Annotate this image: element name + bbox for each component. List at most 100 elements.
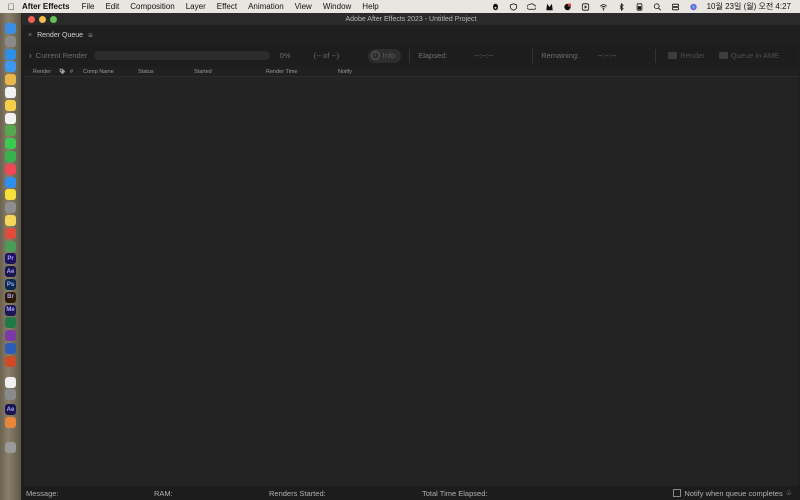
malwarebytes-icon[interactable] <box>545 3 554 11</box>
migration-icon[interactable] <box>5 389 16 401</box>
remaining-value: --:--:-- <box>597 51 617 60</box>
column-comp-name[interactable]: Comp Name <box>83 69 114 75</box>
column-started[interactable]: Started <box>194 69 212 75</box>
render-queue-column-header: Render # Comp Name Status Started Render… <box>24 67 798 77</box>
column-render[interactable]: Render <box>33 69 51 75</box>
info-label: Info <box>382 51 396 60</box>
recording-icon[interactable] <box>491 3 500 11</box>
menu-help[interactable]: Help <box>362 2 378 11</box>
menu-edit[interactable]: Edit <box>105 2 119 11</box>
after-effects-icon[interactable]: Ae <box>5 266 16 278</box>
ram-label: RAM: <box>154 488 173 498</box>
message-label: Message: <box>26 488 59 498</box>
settings-icon[interactable] <box>5 202 16 214</box>
app-menu[interactable]: After Effects <box>22 2 70 11</box>
divider <box>655 48 657 63</box>
maps-icon[interactable] <box>5 125 16 137</box>
powerpoint-icon[interactable] <box>5 355 16 367</box>
menu-file[interactable]: File <box>82 2 95 11</box>
close-panel-icon[interactable]: × <box>28 32 32 39</box>
stickies-icon[interactable] <box>5 215 16 226</box>
menu-effect[interactable]: Effect <box>217 2 237 11</box>
kakaotalk-icon[interactable] <box>5 189 16 201</box>
safari-icon[interactable] <box>5 48 16 60</box>
current-render-label: Current Render <box>35 51 88 60</box>
divider <box>409 48 411 63</box>
window-titlebar: Adobe After Effects 2023 - Untitled Proj… <box>22 13 800 25</box>
menu-composition[interactable]: Composition <box>130 2 174 11</box>
siri-icon[interactable] <box>689 3 698 11</box>
creative-cloud-icon[interactable] <box>526 3 536 11</box>
elapsed-value: --:--:-- <box>474 51 494 60</box>
notify-checkbox[interactable] <box>673 489 682 497</box>
photos-icon[interactable] <box>5 74 16 86</box>
dock: Pr Ae Ps Br Me Ae <box>0 13 21 500</box>
chrome-alt-icon[interactable] <box>5 240 16 252</box>
notify-label[interactable]: Notify when queue completes <box>684 489 782 498</box>
launchpad-icon[interactable] <box>5 35 16 47</box>
total-time-elapsed-label: Total Time Elapsed: <box>422 488 488 498</box>
music-icon[interactable] <box>5 163 16 175</box>
finder-icon[interactable] <box>5 23 16 34</box>
after-effects-beta-icon[interactable]: Ae <box>5 404 16 416</box>
menu-view[interactable]: View <box>295 2 312 11</box>
queue-in-ame-label: Queue in AME <box>730 51 780 60</box>
bluetooth-icon[interactable] <box>617 2 626 11</box>
info-button[interactable]: i Info <box>367 48 402 63</box>
renders-started-label: Renders Started: <box>269 488 326 498</box>
notes-icon[interactable] <box>5 99 16 111</box>
photoshop-icon[interactable]: Ps <box>5 279 16 290</box>
media-encoder-icon <box>718 52 728 59</box>
media-encoder-icon[interactable]: Me <box>5 304 16 316</box>
word-icon[interactable] <box>5 343 16 354</box>
macos-menubar:  After Effects File Edit Composition La… <box>0 0 800 13</box>
notification-icon[interactable] <box>563 2 572 11</box>
bridge-icon[interactable]: Br <box>5 291 16 303</box>
queue-in-ame-button[interactable]: Queue in AME <box>718 51 780 60</box>
mail-icon[interactable] <box>5 61 16 73</box>
apple-menu-icon[interactable]:  <box>0 2 22 12</box>
render-queue-list[interactable] <box>24 78 798 486</box>
battery-icon[interactable] <box>635 2 644 11</box>
clock-icon[interactable] <box>5 376 16 388</box>
panel-tab-title[interactable]: Render Queue <box>37 32 83 39</box>
onenote-icon[interactable] <box>5 330 16 342</box>
panel-menu-icon[interactable]: ≡ <box>88 31 93 40</box>
render-queue-statusbar: Message: RAM: Renders Started: Total Tim… <box>22 486 800 500</box>
calendar-icon[interactable] <box>5 87 16 98</box>
current-render-bar: › Current Render 0% (-- of --) i Info El… <box>24 44 798 67</box>
notify-bell-icon[interactable]: ♧ <box>786 489 792 497</box>
info-icon: i <box>370 51 380 60</box>
column-status[interactable]: Status <box>138 69 154 75</box>
divider <box>532 48 534 63</box>
reminders-icon[interactable] <box>5 112 16 124</box>
expand-chevron-icon[interactable]: › <box>29 51 32 60</box>
render-button[interactable]: Render <box>668 51 705 60</box>
menu-animation[interactable]: Animation <box>248 2 284 11</box>
play-icon[interactable] <box>581 2 590 11</box>
render-icon <box>668 52 678 59</box>
column-number[interactable]: # <box>70 69 73 75</box>
excel-icon[interactable] <box>5 317 16 329</box>
menubar-clock[interactable]: 10월 23일 (월) 오전 4:27 <box>707 1 791 12</box>
search-icon[interactable] <box>653 2 662 11</box>
column-notify[interactable]: Notify <box>338 69 352 75</box>
menu-layer[interactable]: Layer <box>186 2 206 11</box>
gallery-icon[interactable] <box>5 417 16 428</box>
facetime-icon[interactable] <box>5 151 16 162</box>
menu-window[interactable]: Window <box>323 2 351 11</box>
chrome-icon[interactable] <box>5 227 16 239</box>
control-center-icon[interactable] <box>671 3 680 11</box>
appstore-icon[interactable] <box>5 176 16 188</box>
label-tag-icon[interactable] <box>59 68 66 77</box>
render-progress-bar <box>93 51 270 60</box>
shield-icon[interactable] <box>509 2 518 11</box>
premiere-icon[interactable]: Pr <box>5 253 16 265</box>
render-queue-tab[interactable]: × Render Queue ≡ <box>22 27 800 43</box>
notify-when-complete[interactable]: Notify when queue completes ♧ <box>673 489 792 498</box>
trash-icon[interactable] <box>5 441 16 453</box>
render-label: Render <box>680 51 705 60</box>
wifi-icon[interactable] <box>599 3 608 11</box>
column-render-time[interactable]: Render Time <box>266 69 298 75</box>
messages-icon[interactable] <box>5 138 16 150</box>
